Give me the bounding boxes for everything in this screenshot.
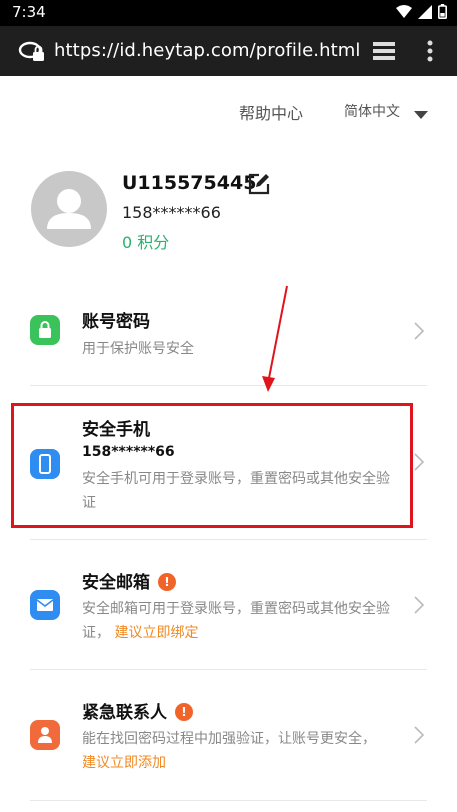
info-icon[interactable]: ! [175, 703, 193, 721]
chevron-right-icon [414, 322, 425, 344]
item-desc-block: 能在找回密码过程中加强验证，让账号更安全， 建议立即添加 [82, 727, 394, 775]
account-password-item[interactable]: 账号密码 用于保护账号安全 [0, 295, 457, 380]
divider [30, 385, 427, 386]
username: U115575445 [122, 172, 257, 194]
profile-phone: 158******66 [122, 203, 221, 222]
emergency-contact-item[interactable]: 紧急联系人! 能在找回密码过程中加强验证，让账号更安全， 建议立即添加 [0, 690, 457, 795]
divider [30, 539, 427, 540]
item-title-row: 紧急联系人! [82, 698, 193, 723]
status-bar: 7:34 [0, 0, 457, 26]
tab-switcher-icon[interactable] [372, 40, 396, 66]
security-email-item[interactable]: 安全邮箱! 安全邮箱可用于登录账号，重置密码或其他安全验证， 建议立即绑定 [0, 560, 457, 665]
item-title: 紧急联系人 [82, 703, 167, 723]
contact-icon [30, 720, 60, 750]
item-desc-block: 安全邮箱可用于登录账号，重置密码或其他安全验证， 建议立即绑定 [82, 597, 394, 645]
chevron-right-icon [414, 453, 425, 475]
overflow-menu-icon[interactable] [426, 40, 434, 66]
lock-icon [30, 315, 60, 345]
help-center-link[interactable]: 帮助中心 [239, 100, 303, 124]
mail-icon [30, 590, 60, 620]
chevron-right-icon [414, 596, 425, 618]
highlight-box [11, 403, 413, 528]
item-desc: 用于保护账号安全 [82, 341, 194, 357]
language-select[interactable]: 简体中文 [344, 101, 400, 121]
wifi-icon [396, 4, 412, 18]
edit-icon[interactable] [248, 173, 270, 199]
battery-icon [438, 4, 447, 19]
divider [30, 800, 427, 801]
info-icon[interactable]: ! [158, 573, 176, 591]
item-title-row: 安全邮箱! [82, 568, 176, 593]
browser-toolbar: https://id.heytap.com/profile.html [0, 26, 457, 76]
item-title: 账号密码 [82, 312, 150, 332]
site-info-lock-icon[interactable] [18, 40, 46, 68]
divider [30, 669, 427, 670]
add-now-link[interactable]: 建议立即添加 [82, 755, 166, 771]
points-link[interactable]: 0 积分 [122, 229, 169, 253]
item-title: 安全邮箱 [82, 573, 150, 593]
status-icons [396, 4, 447, 19]
address-bar[interactable]: https://id.heytap.com/profile.html [54, 40, 361, 61]
item-desc: 能在找回密码过程中加强验证，让账号更安全， [82, 731, 376, 747]
bind-now-link[interactable]: 建议立即绑定 [114, 625, 198, 641]
chevron-right-icon [414, 726, 425, 748]
status-time: 7:34 [12, 3, 46, 21]
avatar[interactable] [31, 171, 107, 247]
signal-icon [418, 4, 432, 19]
chevron-down-icon[interactable] [414, 104, 428, 123]
